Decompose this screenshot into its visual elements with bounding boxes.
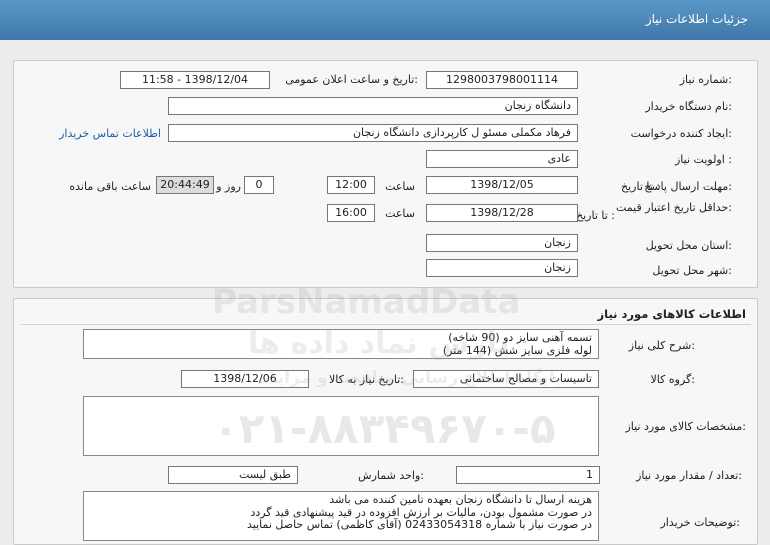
spec-box [83,396,599,456]
title-bar: جزئیات اطلاعات نیاز [0,0,770,40]
notes-line-1: هزینه ارسال تا دانشگاه زنجان بعهده تامین… [329,493,592,506]
validity-time-label: ساعت [385,207,415,220]
province-field: زنجان [426,234,578,252]
unit-label: واحد شمارش: [358,469,424,482]
group-label: گروه کالا: [650,373,695,386]
spec-label: مشخصات کالای مورد نیاز: [625,420,746,433]
validity-label: حداقل تاریخ اعتبار قیمت: [616,201,732,214]
need-date-field: 1398/12/06 [181,370,309,388]
qty-label: تعداد / مقدار مورد نیاز: [636,469,742,482]
need-number-field: 1298003798001114 [426,71,578,89]
announce-field: 1398/12/04 - 11:58 [120,71,270,89]
need-info-panel [13,60,758,288]
notes-label: توضیحات خریدار: [660,516,741,529]
time-remaining-field: 20:44:49 [156,176,214,194]
unit-field: طبق لیست [168,466,298,484]
days-label: روز و [216,180,241,193]
goods-section-title: اطلاعات کالاهای مورد نیاز [597,307,746,321]
validity-date-field: 1398/12/28 [426,204,578,222]
need-date-label: تاریخ نیاز به کالا: [329,373,404,386]
qty-field: 1 [456,466,600,484]
deadline-date-field: 1398/12/05 [426,176,578,194]
goods-section-divider [20,324,751,325]
group-field: تاسیسات و مصالح ساختمانی [413,370,599,388]
deadline-time-field: 12:00 [327,176,375,194]
summary-label: شرح کلی نیاز: [628,339,695,352]
notes-line-3: در صورت نیاز با شماره 02433054318 (آقای … [246,518,592,531]
requester-label: ایجاد کننده درخواست: [630,127,732,140]
buyer-contact-link[interactable]: اطلاعات تماس خریدار [59,127,161,140]
summary-line-1: تسمه آهنی سایز دو (90 شاخه) [448,331,592,344]
validity-time-field: 16:00 [327,204,375,222]
province-label: استان محل تحویل: [645,239,732,252]
city-label: شهر محل تحویل: [652,264,732,277]
priority-label: اولویت نیاز : [674,153,732,166]
summary-line-2: لوله فلزی سایز شش (144 متر) [442,343,592,357]
deadline-to-date-label: تا تاریخ : [621,180,660,193]
time-remaining-label: ساعت باقی مانده [69,180,151,193]
notes-box: هزینه ارسال تا دانشگاه زنجان بعهده تامین… [83,491,599,541]
summary-box: تسمه آهنی سایز دو (90 شاخه) لوله فلزی سا… [83,329,599,359]
city-field: زنجان [426,259,578,277]
validity-to-date-label: تا تاریخ : [576,209,615,222]
buyer-label: نام دستگاه خریدار: [645,100,732,113]
announce-label: تاریخ و ساعت اعلان عمومی: [285,73,418,86]
deadline-time-label: ساعت [385,180,415,193]
priority-field: عادی [426,150,578,168]
requester-field: فرهاد مکملی مسئو ل کارپردازی دانشگاه زنج… [168,124,578,142]
days-remaining-field: 0 [244,176,274,194]
page-title: جزئیات اطلاعات نیاز [645,12,748,26]
need-number-label: شماره نیاز: [679,73,732,86]
buyer-field: دانشگاه زنجان [168,97,578,115]
